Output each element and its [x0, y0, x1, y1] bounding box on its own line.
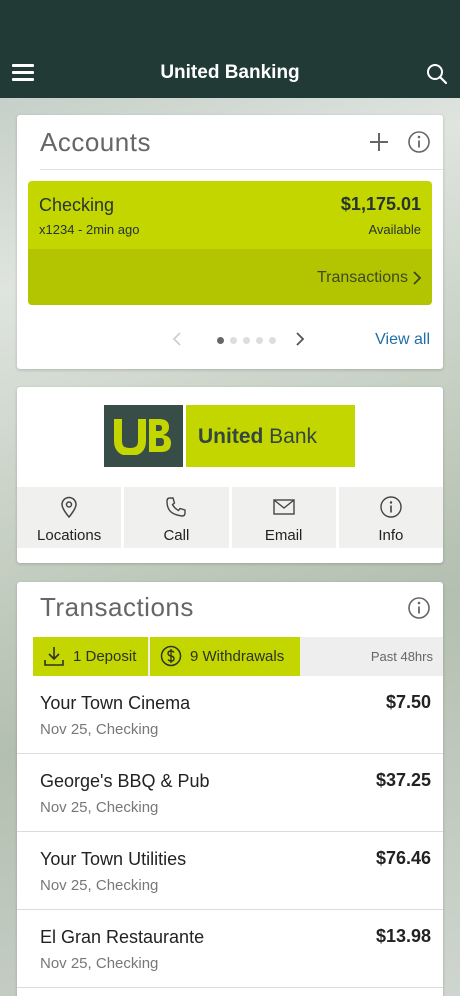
info-button[interactable]: Info: [338, 487, 443, 548]
bank-name: United Bank: [198, 425, 318, 448]
transaction-meta: Nov 25, Checking: [40, 955, 159, 972]
accounts-info-icon[interactable]: [406, 129, 432, 155]
period-label: Past 48hrs: [370, 649, 433, 664]
transaction-row[interactable]: Your Town Utilities Nov 25, Checking $76…: [17, 832, 443, 910]
email-label: Email: [264, 527, 303, 544]
pager-dot[interactable]: [243, 337, 250, 344]
locations-label: Locations: [37, 527, 102, 544]
chevron-right-icon: [413, 271, 422, 285]
balance-label: Available: [368, 222, 421, 237]
top-app-bar: United Banking: [0, 0, 460, 98]
pager-dot[interactable]: [269, 337, 276, 344]
app-title: United Banking: [160, 62, 300, 83]
withdrawals-count: 9 Withdrawals: [190, 648, 285, 665]
account-transactions-link[interactable]: Transactions: [28, 249, 432, 305]
add-account-plus-icon[interactable]: [366, 129, 392, 155]
transaction-meta: Nov 25, Checking: [40, 877, 159, 894]
pager-next-chevron-icon[interactable]: [295, 332, 305, 346]
transaction-amount: $76.46: [375, 848, 431, 868]
merchant-name: Your Town Cinema: [40, 693, 191, 713]
bank-quick-actions: Locations Call Email Info: [17, 487, 443, 548]
transactions-card: Transactions 1 Deposit 9 Withdrawals Pas…: [17, 582, 443, 996]
email-button[interactable]: Email: [231, 487, 339, 548]
transaction-row[interactable]: El Gran Restaurante Nov 25, Checking $13…: [17, 910, 443, 988]
transaction-amount: $37.25: [375, 770, 431, 790]
accounts-title: Accounts: [40, 127, 151, 157]
dollar-coin-icon: [160, 645, 182, 667]
transaction-row[interactable]: Your Town Cinema Nov 25, Checking $7.50: [17, 676, 443, 754]
transaction-amount: $7.50: [385, 692, 431, 712]
pager-dot[interactable]: [230, 337, 237, 344]
bank-logo-mark: [104, 405, 183, 467]
transaction-filter-bar: 1 Deposit 9 Withdrawals Past 48hrs: [33, 637, 443, 676]
search-icon[interactable]: [425, 62, 449, 86]
transaction-meta: Nov 25, Checking: [40, 721, 159, 738]
transaction-row[interactable]: George's BBQ & Pub Nov 25, Checking $37.…: [17, 754, 443, 832]
info-icon: [380, 496, 402, 518]
location-pin-icon: [61, 496, 77, 519]
call-label: Call: [163, 527, 190, 544]
account-number-updated: x1234 - 2min ago: [39, 222, 140, 237]
account-summary[interactable]: Checking x1234 - 2min ago $1,175.01 Avai…: [28, 181, 432, 249]
account-name: Checking: [39, 195, 115, 215]
bank-logo-wordmark: United Bank: [186, 405, 355, 467]
checking-account-tile[interactable]: Checking x1234 - 2min ago $1,175.01 Avai…: [28, 181, 432, 305]
withdrawals-filter-chip[interactable]: 9 Withdrawals: [150, 637, 300, 676]
phone-icon: [166, 497, 187, 517]
divider: [40, 169, 443, 170]
merchant-name: El Gran Restaurante: [40, 927, 205, 947]
transaction-meta: Nov 25, Checking: [40, 799, 159, 816]
merchant-name: George's BBQ & Pub: [40, 771, 210, 791]
pager-dot-active[interactable]: [217, 337, 224, 344]
locations-button[interactable]: Locations: [17, 487, 125, 548]
info-label: Info: [378, 527, 404, 544]
pager-dot[interactable]: [256, 337, 263, 344]
deposits-filter-chip[interactable]: 1 Deposit: [33, 637, 148, 676]
transaction-amount: $13.98: [375, 926, 431, 946]
pager-prev-chevron-icon[interactable]: [172, 332, 182, 346]
transactions-link-label: Transactions: [317, 269, 408, 286]
bank-card: United Bank Locations Call Email Info: [17, 387, 443, 563]
call-button[interactable]: Call: [124, 487, 232, 548]
ub-logo-icon: [114, 419, 171, 455]
envelope-icon: [272, 499, 295, 515]
accounts-card: Accounts Checking x1234 - 2min ago $1,17…: [17, 115, 443, 369]
view-all-link[interactable]: View all: [375, 331, 430, 349]
account-pager: [172, 329, 312, 349]
download-icon: [44, 647, 64, 666]
account-balance: $1,175.01: [340, 194, 421, 214]
transactions-title: Transactions: [40, 592, 194, 622]
deposits-count: 1 Deposit: [73, 648, 137, 665]
merchant-name: Your Town Utilities: [40, 849, 187, 869]
transactions-info-icon[interactable]: [406, 595, 432, 621]
